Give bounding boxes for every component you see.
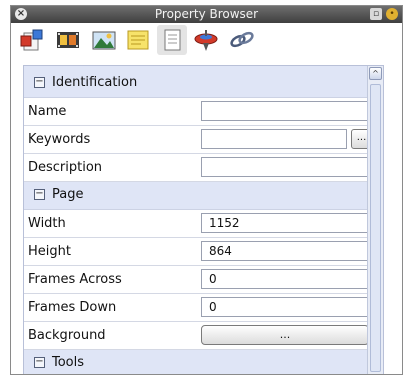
category-label: Identification <box>52 75 138 90</box>
property-label: Width <box>28 216 66 231</box>
property-label: Background <box>28 328 106 343</box>
page-tool-icon[interactable] <box>157 25 187 55</box>
property-label: Description <box>28 160 103 175</box>
scroll-thumb[interactable] <box>370 84 381 372</box>
category-label: Tools <box>52 355 85 370</box>
property-row-keywords: Keywords ... <box>24 126 372 154</box>
link-tool-icon[interactable] <box>227 25 257 55</box>
window-title: Property Browser <box>154 7 259 21</box>
description-field[interactable] <box>201 157 372 177</box>
property-row-description: Description <box>24 154 372 182</box>
property-row-name: Name <box>24 98 372 126</box>
property-row-frames-down: Frames Down <box>24 294 372 322</box>
document-tool-icon[interactable] <box>17 25 47 55</box>
spinning-top-tool-icon[interactable] <box>191 25 221 55</box>
notes-tool-icon[interactable] <box>123 25 153 55</box>
collapse-toggle-icon[interactable]: − <box>34 189 45 200</box>
property-row-background: Background ... <box>24 322 369 350</box>
vertical-scrollbar[interactable]: ^ <box>367 66 383 374</box>
scroll-up-icon[interactable]: ^ <box>369 67 382 80</box>
collapse-toggle-icon[interactable]: − <box>34 77 45 88</box>
keywords-field[interactable] <box>201 129 347 149</box>
property-label: Frames Down <box>28 300 117 315</box>
height-field[interactable] <box>201 241 372 261</box>
frames-across-field[interactable] <box>201 269 372 289</box>
category-label: Page <box>52 187 84 202</box>
frames-down-field[interactable] <box>201 297 372 317</box>
property-row-height: Height <box>24 238 372 266</box>
category-tools[interactable]: − Tools <box>24 350 369 374</box>
property-row-width: Width <box>24 210 372 238</box>
property-grid: − Identification Name Keywords ... Descr… <box>23 65 384 374</box>
name-field[interactable] <box>201 101 372 121</box>
filmstrip-tool-icon[interactable] <box>53 25 83 55</box>
options-icon[interactable]: • <box>386 8 398 20</box>
property-label: Name <box>28 104 67 119</box>
title-bar[interactable]: × Property Browser ▫ • <box>11 6 402 23</box>
toolbar <box>11 23 402 59</box>
category-identification[interactable]: − Identification <box>24 70 369 98</box>
width-field[interactable] <box>201 213 372 233</box>
background-picker-button[interactable]: ... <box>201 325 369 345</box>
property-label: Frames Across <box>28 272 122 287</box>
property-row-frames-across: Frames Across <box>24 266 372 294</box>
property-browser-window: × Property Browser ▫ • − Identification … <box>10 5 403 375</box>
restore-icon[interactable]: ▫ <box>370 8 382 20</box>
category-page[interactable]: − Page <box>24 182 369 210</box>
property-label: Height <box>28 244 71 259</box>
collapse-toggle-icon[interactable]: − <box>34 357 45 368</box>
image-tool-icon[interactable] <box>89 25 119 55</box>
property-label: Keywords <box>28 132 91 147</box>
